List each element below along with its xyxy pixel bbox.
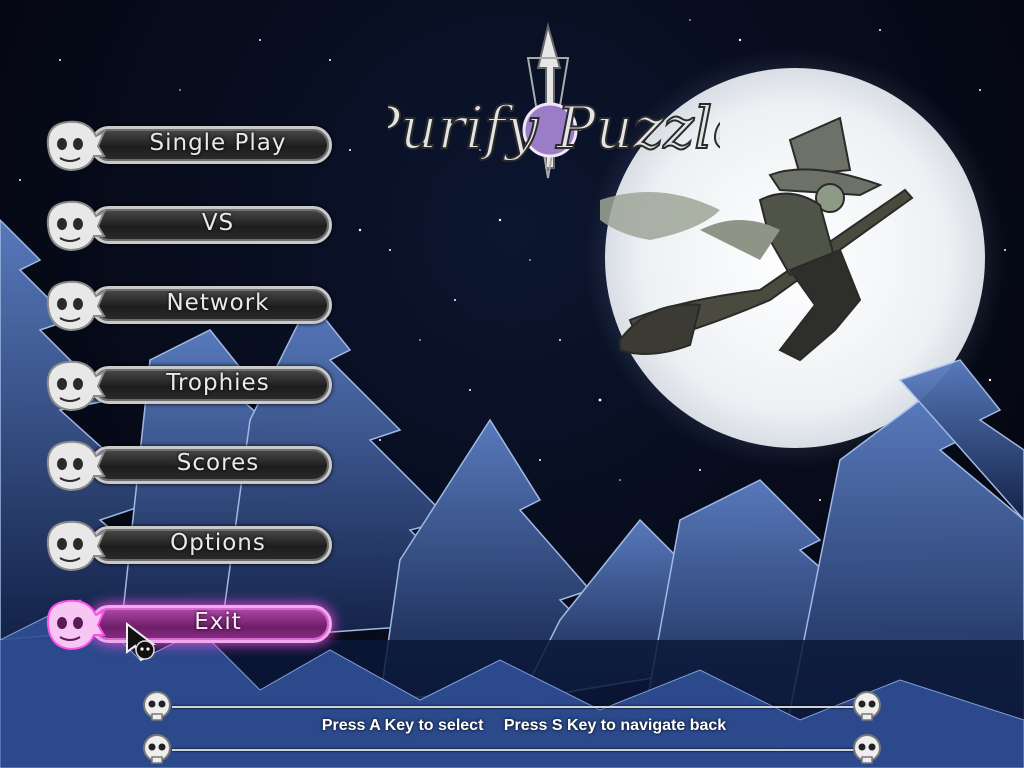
back-hint: Press S Key to navigate back [503, 717, 727, 734]
menu-single-play-button[interactable]: Single Play [40, 116, 332, 174]
skull-icon [46, 360, 106, 412]
cursor-icon [126, 622, 156, 662]
skull-icon [143, 734, 171, 764]
menu-label: Trophies [166, 370, 270, 396]
menu-label: VS [201, 210, 235, 236]
menu-exit-button[interactable]: Exit [40, 595, 332, 653]
help-text: Press A Key to select Press S Key to nav… [180, 717, 868, 735]
skull-icon [46, 520, 106, 572]
menu-network-button[interactable]: Network [40, 276, 332, 334]
skull-icon [46, 280, 106, 332]
select-hint: Press A Key to select [321, 717, 484, 734]
skull-icon [46, 120, 106, 172]
skull-icon [143, 691, 171, 721]
game-logo: Purify Puzzle [388, 22, 720, 179]
logo-text: Purify Puzzle [388, 94, 720, 162]
skull-icon [46, 440, 106, 492]
menu-scores-button[interactable]: Scores [40, 436, 332, 494]
menu-trophies-button[interactable]: Trophies [40, 356, 332, 414]
menu-label: Scores [176, 450, 260, 476]
title-screen: Purify Puzzle Single Play VS [0, 0, 1024, 768]
skull-icon [853, 734, 881, 764]
rail-bottom [172, 749, 860, 751]
menu-label: Network [166, 290, 270, 316]
rail-top [172, 706, 860, 708]
menu-options-button[interactable]: Options [40, 516, 332, 574]
skull-icon [46, 599, 106, 651]
menu-label: Single Play [149, 130, 287, 156]
menu-vs-button[interactable]: VS [40, 196, 332, 254]
skull-icon [46, 200, 106, 252]
menu-label: Options [170, 530, 266, 556]
